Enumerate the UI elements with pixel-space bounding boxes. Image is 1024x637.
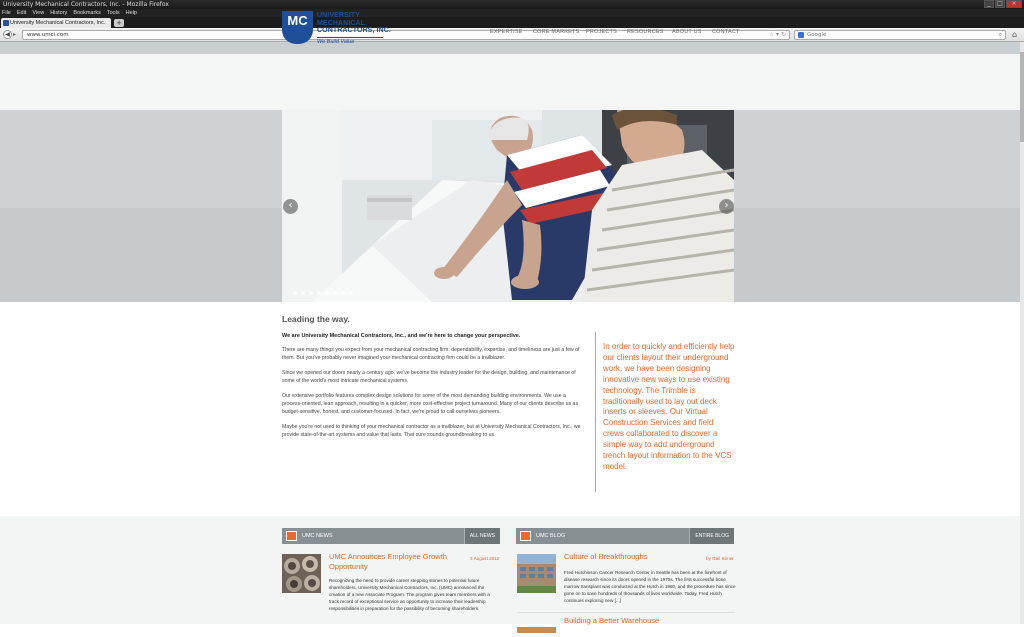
intro-heading: Leading the way. xyxy=(282,314,350,324)
blog-icon xyxy=(520,531,531,541)
home-icon[interactable]: ⌂ xyxy=(1012,30,1017,39)
forward-button[interactable]: ▸ xyxy=(13,31,20,39)
intro-paragraph: Since we opened our doors nearly a centu… xyxy=(282,370,576,384)
news-item-body: Recognizing the need to provide career s… xyxy=(329,578,490,611)
logo-tagline: We Build Value xyxy=(317,37,383,45)
intro-paragraph: Maybe you're not used to thinking of you… xyxy=(282,424,581,438)
window-titlebar: University Mechanical Contractors, Inc. … xyxy=(0,0,1024,9)
logo-mark[interactable]: MC xyxy=(282,11,313,44)
menu-bookmarks[interactable]: Bookmarks xyxy=(73,10,101,16)
blog-item-author: by Gail Kirner xyxy=(706,556,734,561)
slider-dot[interactable] xyxy=(341,291,345,295)
news-item-title[interactable]: UMC Announces Employee Growth Opportunit… xyxy=(329,552,459,572)
url-text: www.umci.com xyxy=(27,32,69,38)
blog-separator xyxy=(517,612,735,613)
content-divider xyxy=(595,332,596,492)
tab-title: University Mechanical Contractors, Inc. xyxy=(10,20,106,26)
menu-tools[interactable]: Tools xyxy=(107,10,120,16)
browser-tab[interactable]: University Mechanical Contractors, Inc. xyxy=(1,18,111,28)
tab-bar: University Mechanical Contractors, Inc. … xyxy=(0,17,1024,28)
news-icon xyxy=(286,531,297,541)
slider-dots xyxy=(293,291,357,295)
menu-view[interactable]: View xyxy=(32,10,44,16)
hero-slide-image xyxy=(282,110,734,302)
news-panel-title: UMC NEWS xyxy=(302,533,333,539)
entire-blog-button[interactable]: ENTIRE BLOG xyxy=(689,528,734,544)
blog-thumbnail[interactable] xyxy=(517,554,556,593)
blog-item-title[interactable]: Culture of Breakthroughs xyxy=(564,552,684,562)
intro-paragraph: There are many things you expect from yo… xyxy=(282,347,580,361)
nav-resources[interactable]: RESOURCES xyxy=(627,29,672,35)
featured-quote: In order to quickly and efficiently help… xyxy=(603,342,735,471)
slider-dot[interactable] xyxy=(349,291,353,295)
news-thumbnail[interactable] xyxy=(282,554,321,593)
nav-projects[interactable]: PROJECTS xyxy=(586,29,627,35)
main-nav: EXPERTISE CORE MARKETS PROJECTS RESOURCE… xyxy=(490,29,740,35)
intro-paragraph: Our extensive portfolio features complex… xyxy=(282,393,579,415)
blog-panel-header: UMC BLOG ENTIRE BLOG xyxy=(516,528,734,544)
blog-item-title-2[interactable]: Building a Better Warehouse xyxy=(564,616,714,626)
maximize-button[interactable]: □ xyxy=(995,0,1005,8)
bookmark-star-icon[interactable]: ☆ ▾ ↻ xyxy=(769,31,786,39)
logo-text[interactable]: UNIVERSITY MECHANICAL CONTRACTORS, INC. xyxy=(317,12,397,35)
news-panel-header: UMC NEWS ALL NEWS xyxy=(282,528,500,544)
search-placeholder: Google xyxy=(807,32,827,38)
nav-expertise[interactable]: EXPERTISE xyxy=(490,29,533,35)
minimize-button[interactable]: _ xyxy=(984,0,994,8)
search-bar[interactable]: Google ⌕ xyxy=(794,30,1006,40)
menu-edit[interactable]: Edit xyxy=(17,10,26,16)
menu-bar: File Edit View History Bookmarks Tools H… xyxy=(0,9,1024,17)
search-icon[interactable]: ⌕ xyxy=(999,31,1002,39)
new-tab-button[interactable]: + xyxy=(114,19,124,27)
blog-thumbnail-2[interactable] xyxy=(517,618,556,633)
menu-file[interactable]: File xyxy=(2,10,11,16)
window-controls: _ □ × xyxy=(983,0,1022,9)
slider-prev-button[interactable]: ‹ xyxy=(283,199,298,214)
nav-contact[interactable]: CONTACT xyxy=(712,29,740,35)
menu-help[interactable]: Help xyxy=(126,10,137,16)
blog-panel-title: UMC BLOG xyxy=(536,533,566,539)
scrollbar-thumb[interactable] xyxy=(1020,52,1024,142)
favicon-icon xyxy=(3,20,9,26)
site-header xyxy=(0,54,1020,110)
logo-line-2: MECHANICAL xyxy=(317,19,366,27)
intro-content: Leading the way. We are University Mecha… xyxy=(282,314,582,439)
logo-line-3: CONTRACTORS, INC. xyxy=(317,27,391,34)
window-title: University Mechanical Contractors, Inc. … xyxy=(3,1,169,8)
slider-dot[interactable] xyxy=(309,291,313,295)
nav-core-markets[interactable]: CORE MARKETS xyxy=(533,29,586,35)
close-button[interactable]: × xyxy=(1006,0,1022,8)
news-item-date: 3 August 2012 xyxy=(470,556,500,561)
logo-line-1: UNIVERSITY xyxy=(317,12,361,19)
all-news-button[interactable]: ALL NEWS xyxy=(463,528,500,544)
intro-lead: We are University Mechanical Contractors… xyxy=(282,333,521,339)
slider-dot[interactable] xyxy=(317,291,321,295)
bottom-section xyxy=(0,516,1020,624)
slider-dot[interactable] xyxy=(333,291,337,295)
slider-dot[interactable] xyxy=(293,291,297,295)
slider-dot[interactable] xyxy=(301,291,305,295)
scrollbar[interactable] xyxy=(1020,42,1024,624)
menu-history[interactable]: History xyxy=(50,10,67,16)
back-button[interactable]: ◀ xyxy=(3,30,12,39)
nav-about-us[interactable]: ABOUT US xyxy=(672,29,712,35)
slider-next-button[interactable]: › xyxy=(719,199,734,214)
blog-item-body: Fred Hutchinson Cancer Research Center i… xyxy=(564,570,736,603)
search-engine-icon[interactable] xyxy=(798,32,804,38)
page-top-band xyxy=(0,42,1020,54)
slider-dot[interactable] xyxy=(325,291,329,295)
